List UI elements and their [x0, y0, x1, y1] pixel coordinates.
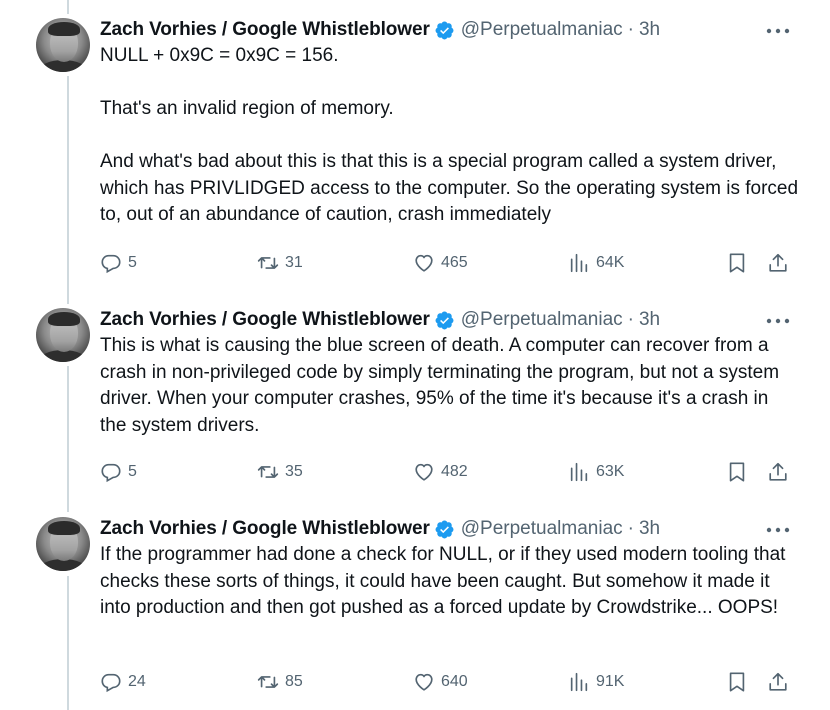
author-name[interactable]: Zach Vorhies / Google Whistleblower [100, 309, 430, 331]
thread-line [67, 0, 69, 14]
views-icon [570, 672, 588, 692]
repost-count: 85 [285, 673, 303, 690]
reply-icon [101, 254, 121, 274]
timestamp[interactable]: 3h [639, 309, 660, 331]
tweet-actions: 5 35 482 63K [100, 460, 800, 484]
thread-line [67, 366, 69, 512]
thread-line [67, 76, 69, 304]
tweet-actions: 24 85 640 91K [100, 670, 800, 694]
share-button[interactable] [767, 251, 789, 275]
share-button[interactable] [767, 460, 789, 484]
views-icon [570, 462, 588, 482]
views-icon [570, 253, 588, 273]
share-button[interactable] [767, 670, 789, 694]
author-handle[interactable]: @Perpetualmaniac [461, 309, 623, 331]
share-icon [769, 253, 787, 272]
more-icon[interactable] [766, 28, 790, 34]
tweet-paragraph: This is what is causing the blue screen … [100, 335, 780, 436]
verified-badge-icon [435, 311, 454, 329]
bookmark-icon [729, 462, 745, 482]
bookmark-button[interactable] [726, 460, 748, 484]
separator-dot: · [627, 309, 634, 330]
author-name[interactable]: Zach Vorhies / Google Whistleblower [100, 19, 430, 41]
like-button[interactable]: 465 [413, 251, 468, 275]
repost-icon [257, 257, 279, 269]
views-count: 63K [596, 463, 625, 480]
author-name[interactable]: Zach Vorhies / Google Whistleblower [100, 518, 430, 540]
like-button[interactable]: 640 [413, 670, 468, 694]
separator-dot: · [627, 518, 634, 539]
avatar[interactable] [36, 18, 90, 72]
verified-badge-icon [435, 21, 454, 39]
tweet-paragraph: If the programmer had done a check for N… [100, 544, 786, 618]
repost-button[interactable]: 85 [257, 670, 303, 694]
like-count: 640 [441, 673, 468, 690]
tweet-actions: 5 31 465 64K [100, 251, 800, 275]
repost-button[interactable]: 35 [257, 460, 303, 484]
thread-line [67, 576, 69, 710]
timestamp[interactable]: 3h [639, 19, 660, 41]
like-icon [415, 673, 433, 691]
reply-count: 24 [128, 673, 146, 690]
like-icon [415, 254, 433, 272]
tweet-text: If the programmer had done a check for N… [100, 542, 800, 622]
share-icon [769, 672, 787, 691]
separator-dot: · [627, 19, 634, 40]
reply-icon [101, 673, 121, 693]
share-icon [769, 462, 787, 481]
bookmark-button[interactable] [726, 251, 748, 275]
tweet-header: Zach Vorhies / Google Whistleblower @Per… [100, 517, 660, 541]
reply-count: 5 [128, 463, 137, 480]
views-button[interactable]: 64K [568, 251, 624, 275]
like-count: 465 [441, 254, 468, 271]
tweet-header: Zach Vorhies / Google Whistleblower @Per… [100, 18, 660, 42]
reply-button[interactable]: 5 [100, 251, 137, 275]
timestamp[interactable]: 3h [639, 518, 660, 540]
views-button[interactable]: 63K [568, 460, 624, 484]
reply-button[interactable]: 5 [100, 460, 137, 484]
author-handle[interactable]: @Perpetualmaniac [461, 518, 623, 540]
tweet-text: NULL + 0x9C = 0x9C = 156. That's an inva… [100, 43, 800, 229]
repost-icon [257, 676, 279, 688]
author-handle[interactable]: @Perpetualmaniac [461, 19, 623, 41]
reply-button[interactable]: 24 [100, 670, 146, 694]
tweet-text: This is what is causing the blue screen … [100, 333, 800, 439]
repost-icon [257, 466, 279, 478]
reply-count: 5 [128, 254, 137, 271]
like-icon [415, 463, 433, 481]
tweet-paragraph: NULL + 0x9C = 0x9C = 156. [100, 45, 339, 66]
bookmark-icon [729, 672, 745, 692]
repost-count: 35 [285, 463, 303, 480]
tweet-paragraph: That's an invalid region of memory. [100, 98, 394, 119]
views-count: 64K [596, 254, 625, 271]
avatar[interactable] [36, 517, 90, 571]
views-count: 91K [596, 673, 625, 690]
repost-button[interactable]: 31 [257, 251, 303, 275]
verified-badge-icon [435, 520, 454, 538]
views-button[interactable]: 91K [568, 670, 624, 694]
bookmark-button[interactable] [726, 670, 748, 694]
like-count: 482 [441, 463, 468, 480]
tweet-header: Zach Vorhies / Google Whistleblower @Per… [100, 308, 660, 332]
more-icon[interactable] [766, 318, 790, 324]
bookmark-icon [729, 253, 745, 273]
reply-icon [101, 463, 121, 483]
like-button[interactable]: 482 [413, 460, 468, 484]
more-icon[interactable] [766, 527, 790, 533]
repost-count: 31 [285, 254, 303, 271]
avatar[interactable] [36, 308, 90, 362]
tweet-paragraph: And what's bad about this is that this i… [100, 151, 799, 225]
